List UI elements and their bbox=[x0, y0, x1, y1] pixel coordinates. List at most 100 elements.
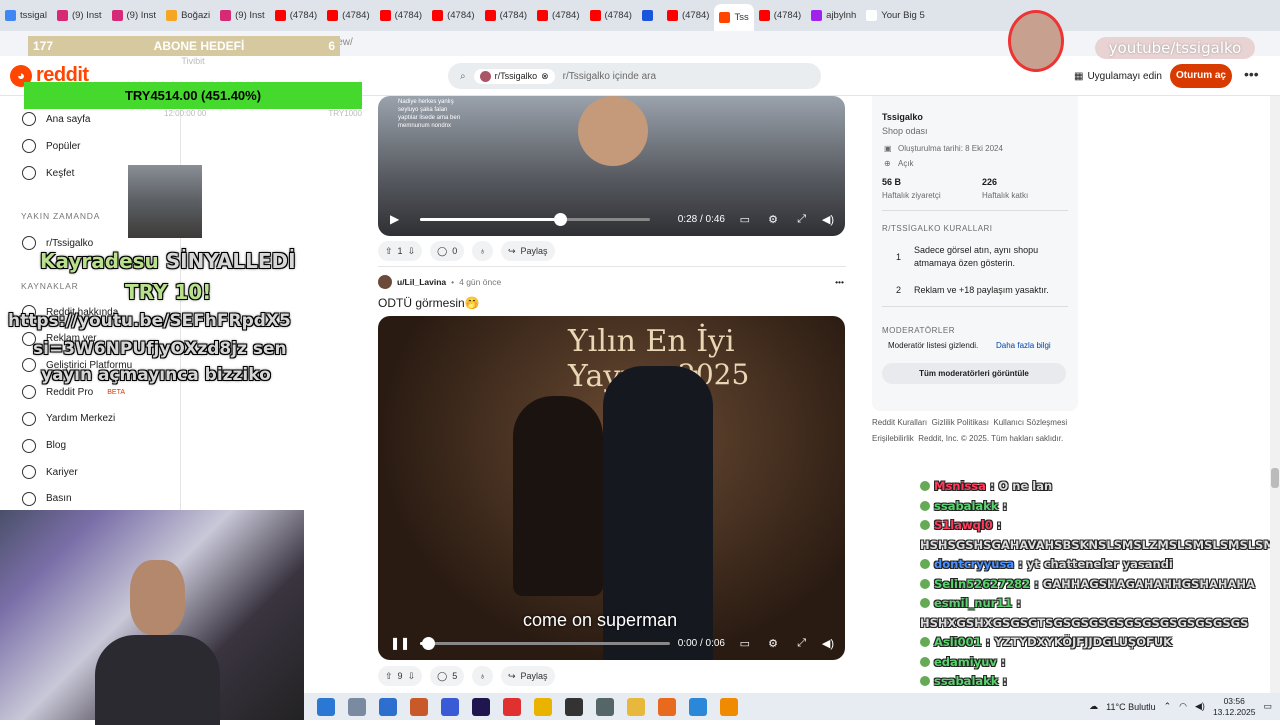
premiere-icon[interactable] bbox=[472, 697, 490, 716]
pause-icon[interactable]: ❚❚ bbox=[390, 636, 410, 650]
post-title[interactable]: ODTÜ görmesin🤭 bbox=[378, 296, 846, 310]
browser-tab[interactable]: Boğazi bbox=[161, 0, 215, 31]
settings-icon[interactable]: ⚙ bbox=[768, 637, 778, 650]
upvote-icon[interactable]: ⇧ bbox=[385, 671, 393, 682]
vote-control[interactable]: ⇧ 1 ⇩ bbox=[378, 241, 423, 261]
volume-icon[interactable]: ◀) bbox=[822, 213, 834, 226]
share-button[interactable]: ↪ Paylaş bbox=[500, 241, 555, 261]
captions-icon[interactable]: ▭ bbox=[740, 637, 750, 650]
learn-more-link[interactable]: Daha fazla bilgi bbox=[996, 341, 1051, 350]
weather-text[interactable]: 11°C Bulutlu bbox=[1106, 702, 1155, 712]
comments-button[interactable]: ◯ 5 bbox=[430, 666, 465, 686]
browser-tab[interactable]: ajbylnh bbox=[806, 0, 861, 31]
video-progress-track[interactable] bbox=[420, 212, 650, 226]
sidebar-item[interactable]: Keşfet bbox=[22, 166, 74, 180]
share-button[interactable]: ↪ Paylaş bbox=[500, 666, 555, 686]
volume-tray-icon[interactable]: ◀) bbox=[1195, 701, 1205, 712]
footer-link[interactable]: Gizlilik Politikası bbox=[932, 418, 989, 427]
search-community-chip[interactable]: r/Tssigalko ⊗ bbox=[473, 68, 555, 84]
downvote-icon[interactable]: ⇩ bbox=[408, 671, 416, 682]
sidebar-item[interactable]: Kariyer bbox=[22, 465, 78, 480]
play-icon[interactable]: ▶ bbox=[390, 212, 399, 226]
comment-count: 5 bbox=[452, 671, 458, 681]
post-video-2[interactable]: Yılın En İyi Yayıncısı 2025 come on supe… bbox=[378, 316, 845, 660]
tab-label: (9) Inst bbox=[126, 10, 157, 21]
browser-tab[interactable]: (4784) bbox=[754, 0, 806, 31]
network-icon[interactable]: ◠ bbox=[1179, 701, 1187, 712]
view-all-moderators-button[interactable]: Tüm moderatörleri görüntüle bbox=[882, 363, 1066, 384]
browser-tab[interactable]: (4784) bbox=[480, 0, 532, 31]
downvote-icon[interactable]: ⇩ bbox=[408, 246, 416, 257]
browser-tab[interactable]: (4784) bbox=[322, 0, 374, 31]
video-scrub-knob[interactable] bbox=[421, 636, 435, 650]
author-avatar[interactable] bbox=[378, 275, 392, 289]
sidebar-item[interactable]: Reddit Pro BETA bbox=[22, 385, 125, 400]
video-controls: ▶ 0:28 / 0:46 ▭ ⚙ ⤢ ◀) bbox=[378, 202, 845, 236]
app-icon[interactable] bbox=[596, 697, 614, 716]
post-options-icon[interactable]: ••• bbox=[835, 277, 844, 287]
fullscreen-icon[interactable]: ⤢ bbox=[797, 213, 806, 226]
more-options-icon[interactable]: ••• bbox=[1244, 66, 1259, 82]
vote-control[interactable]: ⇧ 9 ⇩ bbox=[378, 666, 423, 686]
volume-icon[interactable]: ◀) bbox=[822, 637, 834, 650]
taskview-icon[interactable] bbox=[348, 697, 366, 716]
outlook-icon[interactable] bbox=[379, 697, 397, 716]
browser-tab[interactable]: (4784) bbox=[662, 0, 714, 31]
upvote-icon[interactable]: ⇧ bbox=[385, 246, 393, 257]
post-video-1[interactable]: Nadiye herkes yanlış seyluyo şaka falan … bbox=[378, 96, 845, 236]
opera-icon[interactable] bbox=[503, 697, 521, 716]
settings-icon[interactable]: ⚙ bbox=[768, 213, 778, 226]
obs-icon[interactable] bbox=[565, 697, 583, 716]
award-button[interactable]: ♁ bbox=[472, 666, 493, 686]
browser-tab[interactable] bbox=[637, 0, 662, 31]
footer-link[interactable]: Kullanıcı Sözleşmesi bbox=[993, 418, 1067, 427]
sidebar-item[interactable]: Blog bbox=[22, 438, 66, 453]
browser-tab[interactable]: (4784) bbox=[532, 0, 584, 31]
post-author[interactable]: u/Lil_Lavina bbox=[397, 277, 446, 287]
explorer-icon[interactable] bbox=[627, 697, 645, 716]
captions-icon[interactable]: ▭ bbox=[740, 213, 750, 226]
app-icon[interactable] bbox=[410, 697, 428, 716]
firefox-icon[interactable] bbox=[658, 697, 676, 716]
app-icon[interactable] bbox=[689, 697, 707, 716]
search-bar[interactable]: ⌕ r/Tssigalko ⊗ r/Tssigalko içinde ara bbox=[448, 63, 821, 89]
award-button[interactable]: ♁ bbox=[472, 241, 493, 261]
sidebar-item[interactable]: Basın bbox=[22, 491, 72, 506]
tab-label: (4784) bbox=[394, 10, 423, 21]
sidebar-item[interactable]: Popüler bbox=[22, 139, 80, 153]
browser-tab[interactable]: (9) Inst bbox=[52, 0, 107, 31]
browser-tab[interactable]: (4784) bbox=[270, 0, 322, 31]
weather-icon[interactable]: ☁ bbox=[1089, 701, 1098, 712]
video-scrub-knob[interactable] bbox=[554, 212, 568, 226]
app-icon[interactable] bbox=[441, 697, 459, 716]
footer-link[interactable]: Erişilebilirlik bbox=[872, 434, 914, 443]
browser-tab[interactable]: Tss bbox=[714, 4, 754, 31]
get-app-button[interactable]: ▦ Uygulamayı edin bbox=[1068, 64, 1168, 88]
browser-tab[interactable]: (9) Inst bbox=[107, 0, 162, 31]
browser-tab[interactable]: (4784) bbox=[585, 0, 637, 31]
notifications-icon[interactable]: ▭ bbox=[1263, 701, 1272, 712]
start-icon[interactable] bbox=[317, 697, 335, 716]
browser-tab[interactable]: Your Big 5 bbox=[861, 0, 930, 31]
browser-tab[interactable]: (4784) bbox=[375, 0, 427, 31]
browser-tab[interactable]: (9) Inst bbox=[215, 0, 270, 31]
browser-tab[interactable]: (4784) bbox=[427, 0, 479, 31]
comments-button[interactable]: ◯ 0 bbox=[430, 241, 465, 261]
footer-link[interactable]: Reddit Kuralları bbox=[872, 418, 927, 427]
tray-expand-icon[interactable]: ⌃ bbox=[1164, 701, 1172, 712]
video-progress-track[interactable] bbox=[420, 636, 670, 650]
browser-tab[interactable]: tssigal bbox=[0, 0, 52, 31]
moderators-heading: MODERATÖRLER bbox=[882, 326, 955, 335]
scrollbar-thumb[interactable] bbox=[1271, 468, 1279, 488]
clock[interactable]: 03:56 13.12.2025 bbox=[1213, 696, 1256, 718]
vlc-icon[interactable] bbox=[720, 697, 738, 716]
rule-text[interactable]: Sadece görsel atın, aynı shopu atmamaya … bbox=[914, 244, 1064, 270]
rule-text[interactable]: Reklam ve +18 paylaşım yasaktır. bbox=[914, 285, 1064, 295]
sidebar-item[interactable]: r/Tssigalko bbox=[22, 236, 93, 250]
page-scrollbar[interactable] bbox=[1270, 96, 1280, 693]
sidebar-item[interactable]: Yardım Merkezi bbox=[22, 411, 115, 426]
chrome-icon[interactable] bbox=[534, 697, 552, 716]
fullscreen-icon[interactable]: ⤢ bbox=[797, 637, 806, 650]
clear-chip-icon[interactable]: ⊗ bbox=[541, 71, 549, 82]
login-button[interactable]: Oturum aç bbox=[1170, 64, 1232, 88]
